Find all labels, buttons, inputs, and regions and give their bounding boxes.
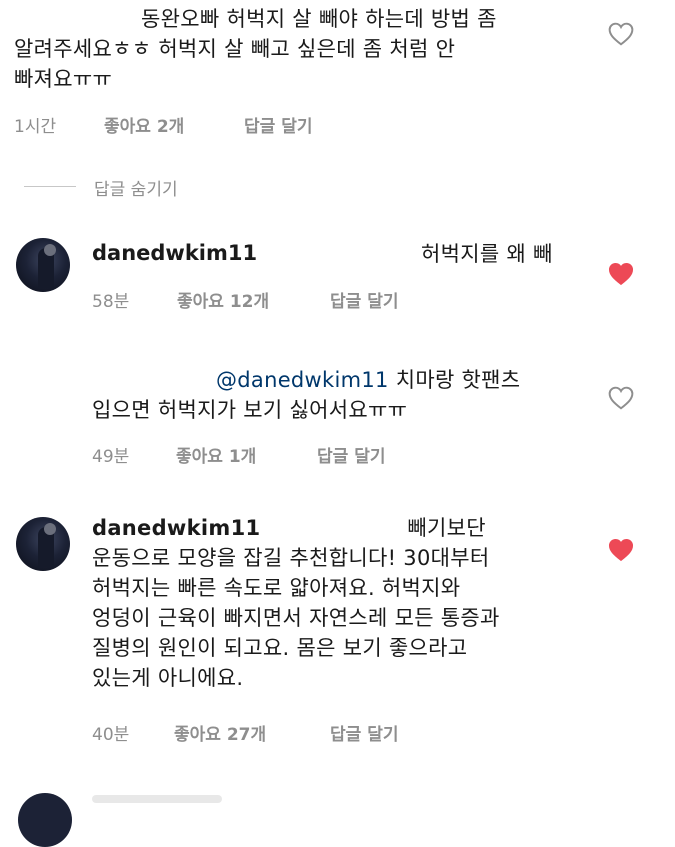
comment-2-username[interactable]: danedwkim11 <box>92 241 257 265</box>
comment-1-body: 동완오빠 허벅지 살 빼야 하는데 방법 좀 알려주세요ㅎㅎ 허벅지 살 빼고 … <box>14 4 497 94</box>
comment-3-likes[interactable]: 좋아요 1개 <box>176 442 256 467</box>
comment-4-line-5: 질병의 원인이 되고요. 몸은 보기 좋으라고 <box>92 636 468 660</box>
comment-2-text: 허벅지를 왜 빼 <box>421 242 553 266</box>
avatar[interactable] <box>16 238 70 292</box>
comment-4-line-3: 허벅지는 빠른 속도로 얇아져요. 허벅지와 <box>92 576 461 600</box>
hide-replies-button[interactable]: 답글 숨기기 <box>94 175 178 200</box>
heart-outline-icon[interactable] <box>608 22 634 46</box>
comment-4-time: 40분 <box>92 725 130 745</box>
comment-2-reply-button[interactable]: 답글 달기 <box>330 287 398 312</box>
comment-4-likes[interactable]: 좋아요 27개 <box>174 720 266 745</box>
comment-4-text-first: 빼기보단 <box>407 516 486 540</box>
comment-1-likes[interactable]: 좋아요 2개 <box>104 112 184 137</box>
comment-4-username[interactable]: danedwkim11 <box>92 516 260 540</box>
hide-replies-divider <box>24 186 76 187</box>
comment-4-line-2: 운동으로 모양을 잡길 추천합니다! 30대부터 <box>92 546 490 570</box>
comment-3-text-first: 치마랑 핫팬츠 <box>395 368 521 392</box>
comment-4-line-4: 엉덩이 근육이 빠지면서 자연스레 모든 통증과 <box>92 606 500 630</box>
comment-1-time: 1시간 <box>14 117 57 137</box>
comment-3-line-2: 입으면 허벅지가 보기 싫어서요ㅠㅠ <box>92 398 408 422</box>
comment-3-reply-button[interactable]: 답글 달기 <box>317 442 385 467</box>
comment-1-line-3: 빠져요ㅠㅠ <box>14 67 113 91</box>
comment-4-body: danedwkim11 빼기보단 운동으로 모양을 잡길 추천합니다! 30대부… <box>92 513 500 693</box>
heart-filled-icon[interactable] <box>608 538 634 562</box>
comment-3-time: 49분 <box>92 447 130 467</box>
avatar[interactable] <box>16 517 70 571</box>
next-comment-placeholder <box>92 795 222 803</box>
mention-link[interactable]: @danedwkim11 <box>216 368 389 392</box>
avatar[interactable] <box>18 793 72 847</box>
comment-4-line-1: danedwkim11 빼기보단 <box>92 513 500 543</box>
comment-2-time: 58분 <box>92 292 130 312</box>
comment-4-reply-button[interactable]: 답글 달기 <box>330 720 398 745</box>
comment-3-body: @danedwkim11 치마랑 핫팬츠 입으면 허벅지가 보기 싫어서요ㅠㅠ <box>92 365 520 425</box>
comment-3-line-1: @danedwkim11 치마랑 핫팬츠 <box>92 365 520 395</box>
comment-1-line-2: 알려주세요ㅎㅎ 허벅지 살 빼고 싶은데 좀 처럼 안 <box>14 37 456 61</box>
heart-outline-icon[interactable] <box>608 386 634 410</box>
heart-filled-icon[interactable] <box>608 262 634 286</box>
comment-4-line-6: 있는게 아니에요. <box>92 666 244 690</box>
comment-1-reply-button[interactable]: 답글 달기 <box>244 112 312 137</box>
comment-2-likes[interactable]: 좋아요 12개 <box>177 287 269 312</box>
comment-1-line-1: 동완오빠 허벅지 살 빼야 하는데 방법 좀 <box>141 7 497 31</box>
